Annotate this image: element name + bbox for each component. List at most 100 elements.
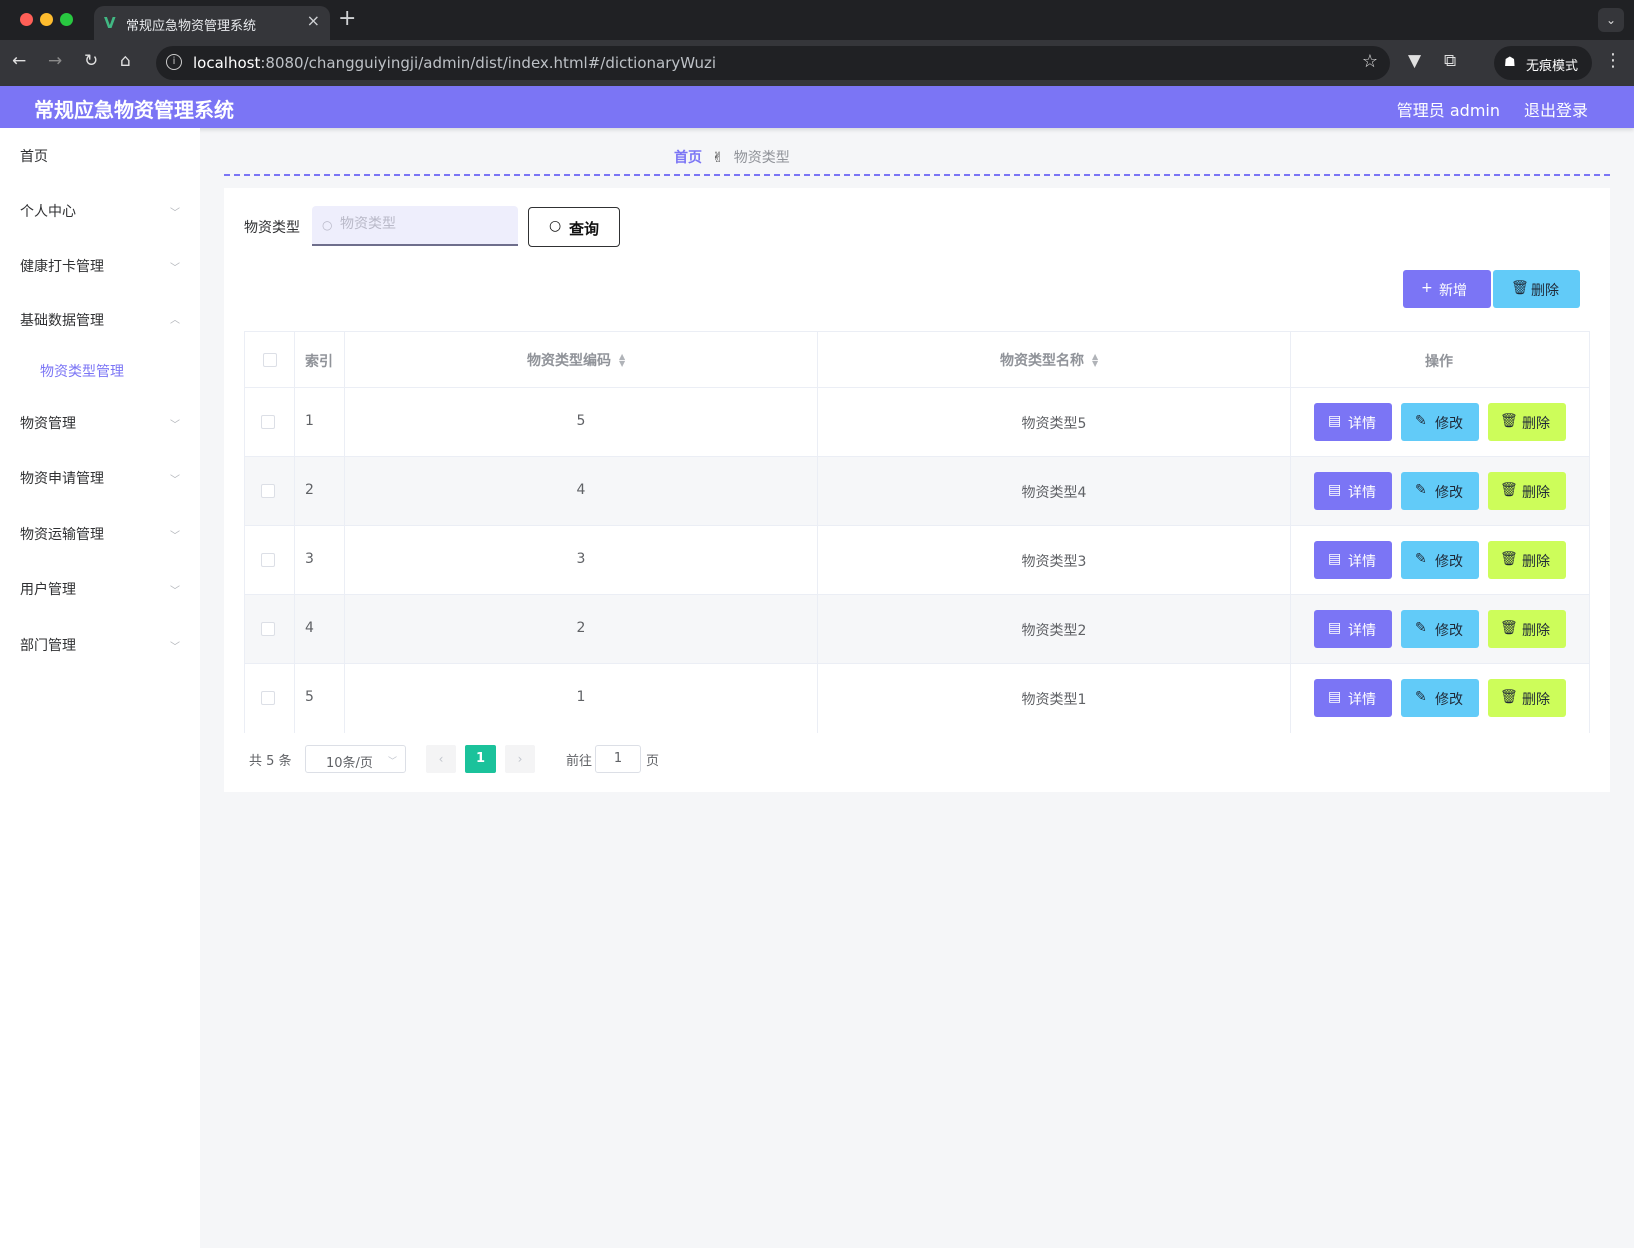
select-all-checkbox[interactable] xyxy=(263,353,277,367)
info-icon[interactable]: i xyxy=(166,54,182,70)
row-select-cell xyxy=(245,595,295,663)
pencil-icon: ✎ xyxy=(1415,482,1427,498)
star-icon[interactable]: ☆ xyxy=(1362,51,1378,72)
menu-icon[interactable]: ⋮ xyxy=(1604,50,1622,71)
row-checkbox[interactable] xyxy=(261,553,275,567)
sidebar-item-basic-data[interactable]: 基础数据管理 xyxy=(20,310,104,330)
breadcrumb-divider xyxy=(224,174,1610,176)
address-bar[interactable]: i localhost:8080/changguiyingji/admin/di… xyxy=(156,46,1390,80)
browser-tab[interactable]: V 常规应急物资管理系统 × xyxy=(94,6,330,40)
close-window-button[interactable] xyxy=(20,13,33,26)
row-index: 4 xyxy=(305,620,314,636)
sidebar-item-material-transport[interactable]: 物资运输管理 xyxy=(20,524,104,544)
sidebar-item-material-request[interactable]: 物资申请管理 xyxy=(20,468,104,488)
trash-icon: 🗑 xyxy=(1500,551,1518,567)
delete-button[interactable]: 🗑 删除 xyxy=(1488,472,1566,510)
page-number-current[interactable]: 1 xyxy=(465,745,496,773)
sidebar-item-home[interactable]: 首页 xyxy=(20,146,48,166)
page-size-select[interactable]: 10条/页 ﹀ xyxy=(305,745,406,773)
edit-button[interactable]: ✎ 修改 xyxy=(1401,679,1479,717)
row-code-cell: 2 xyxy=(345,595,818,663)
vue-devtools-icon[interactable]: ▼ xyxy=(1408,51,1421,71)
detail-button[interactable]: ▤ 详情 xyxy=(1314,610,1392,648)
row-index: 1 xyxy=(305,413,314,429)
edit-label: 修改 xyxy=(1435,485,1463,501)
sidebar-subitem-material-type[interactable]: 物资类型管理 xyxy=(40,361,124,381)
search-field[interactable]: ○ xyxy=(312,206,518,246)
new-tab-button[interactable]: + xyxy=(338,6,356,31)
row-actions-cell: ▤ 详情 ✎ 修改 🗑 删除 xyxy=(1291,526,1589,594)
row-checkbox[interactable] xyxy=(261,622,275,636)
row-select-cell xyxy=(245,388,295,456)
row-name: 物资类型3 xyxy=(1021,554,1087,570)
tab-search-button[interactable]: ⌄ xyxy=(1598,8,1624,32)
edit-button[interactable]: ✎ 修改 xyxy=(1401,403,1479,441)
goto-page-input[interactable]: 1 xyxy=(595,745,641,773)
search-input[interactable] xyxy=(340,216,510,232)
header-actions-cell: 操作 xyxy=(1291,332,1589,387)
detail-button[interactable]: ▤ 详情 xyxy=(1314,403,1392,441)
row-actions-cell: ▤ 详情 ✎ 修改 🗑 删除 xyxy=(1291,388,1589,456)
row-checkbox[interactable] xyxy=(261,484,275,498)
search-label: 物资类型 xyxy=(244,220,300,236)
row-select-cell xyxy=(245,526,295,594)
home-icon[interactable]: ⌂ xyxy=(120,51,131,71)
header-code-cell[interactable]: 物资类型编码 ▲ ▼ xyxy=(345,332,818,387)
back-icon[interactable]: ← xyxy=(12,51,26,71)
browser-tab-title: 常规应急物资管理系统 xyxy=(126,19,257,34)
breadcrumb: 首页 ✌ 物资类型 xyxy=(674,147,790,167)
column-code: 物资类型编码 xyxy=(527,353,611,369)
url-text[interactable]: localhost:8080/changguiyingji/admin/dist… xyxy=(193,54,716,72)
incognito-indicator[interactable]: ☗ 无痕模式 xyxy=(1494,46,1592,80)
minimize-window-button[interactable] xyxy=(40,13,53,26)
forward-icon[interactable]: → xyxy=(48,51,62,71)
column-actions: 操作 xyxy=(1425,354,1453,370)
prev-page-button[interactable]: ‹ xyxy=(426,745,456,773)
delete-button[interactable]: 🗑 删除 xyxy=(1488,610,1566,648)
sidebar-item-health-checkin[interactable]: 健康打卡管理 xyxy=(20,256,104,276)
vue-favicon-icon: V xyxy=(104,14,116,32)
detail-button[interactable]: ▤ 详情 xyxy=(1314,541,1392,579)
detail-button[interactable]: ▤ 详情 xyxy=(1314,472,1392,510)
detail-button[interactable]: ▤ 详情 xyxy=(1314,679,1392,717)
delete-button[interactable]: 🗑 删除 xyxy=(1488,679,1566,717)
pagination-total: 共 5 条 xyxy=(249,754,292,769)
sidebar-item-personal-center[interactable]: 个人中心 xyxy=(20,201,76,221)
detail-label: 详情 xyxy=(1348,554,1376,570)
row-checkbox[interactable] xyxy=(261,691,275,705)
row-name-cell: 物资类型4 xyxy=(818,457,1291,525)
close-tab-icon[interactable]: × xyxy=(307,11,320,30)
row-index-cell: 1 xyxy=(295,388,345,456)
reload-icon[interactable]: ↻ xyxy=(84,51,98,71)
edit-button[interactable]: ✎ 修改 xyxy=(1401,610,1479,648)
sidebar-item-materials[interactable]: 物资管理 xyxy=(20,413,76,433)
sort-caret-icon[interactable]: ▲ ▼ xyxy=(1092,353,1098,368)
sidebar-item-departments[interactable]: 部门管理 xyxy=(20,635,76,655)
delete-button[interactable]: 🗑 删除 xyxy=(1488,541,1566,579)
sort-caret-icon[interactable]: ▲ ▼ xyxy=(619,353,625,368)
delete-label: 删除 xyxy=(1522,416,1550,432)
sidebar-item-users[interactable]: 用户管理 xyxy=(20,579,76,599)
delete-label: 删除 xyxy=(1522,485,1550,501)
breadcrumb-home[interactable]: 首页 xyxy=(674,150,702,166)
next-page-button[interactable]: › xyxy=(505,745,535,773)
document-icon: ▤ xyxy=(1328,413,1342,429)
extension-icon[interactable]: ⧉ xyxy=(1444,51,1456,71)
query-button[interactable]: ○ 查询 xyxy=(528,207,620,247)
edit-button[interactable]: ✎ 修改 xyxy=(1401,541,1479,579)
row-name: 物资类型4 xyxy=(1021,485,1087,501)
logout-link[interactable]: 退出登录 xyxy=(1524,97,1588,121)
header-name-cell[interactable]: 物资类型名称 ▲ ▼ xyxy=(818,332,1291,387)
row-code: 1 xyxy=(576,689,586,705)
trash-icon: 🗑 xyxy=(1500,413,1518,429)
batch-delete-button[interactable]: 🗑 删除 xyxy=(1493,270,1580,308)
delete-button[interactable]: 🗑 删除 xyxy=(1488,403,1566,441)
edit-label: 修改 xyxy=(1435,623,1463,639)
browser-tab-bar: V 常规应急物资管理系统 × + ⌄ xyxy=(0,0,1634,40)
maximize-window-button[interactable] xyxy=(60,13,73,26)
row-checkbox[interactable] xyxy=(261,415,275,429)
edit-button[interactable]: ✎ 修改 xyxy=(1401,472,1479,510)
add-button[interactable]: + 新增 xyxy=(1403,270,1491,308)
edit-label: 修改 xyxy=(1435,416,1463,432)
row-name-cell: 物资类型3 xyxy=(818,526,1291,594)
